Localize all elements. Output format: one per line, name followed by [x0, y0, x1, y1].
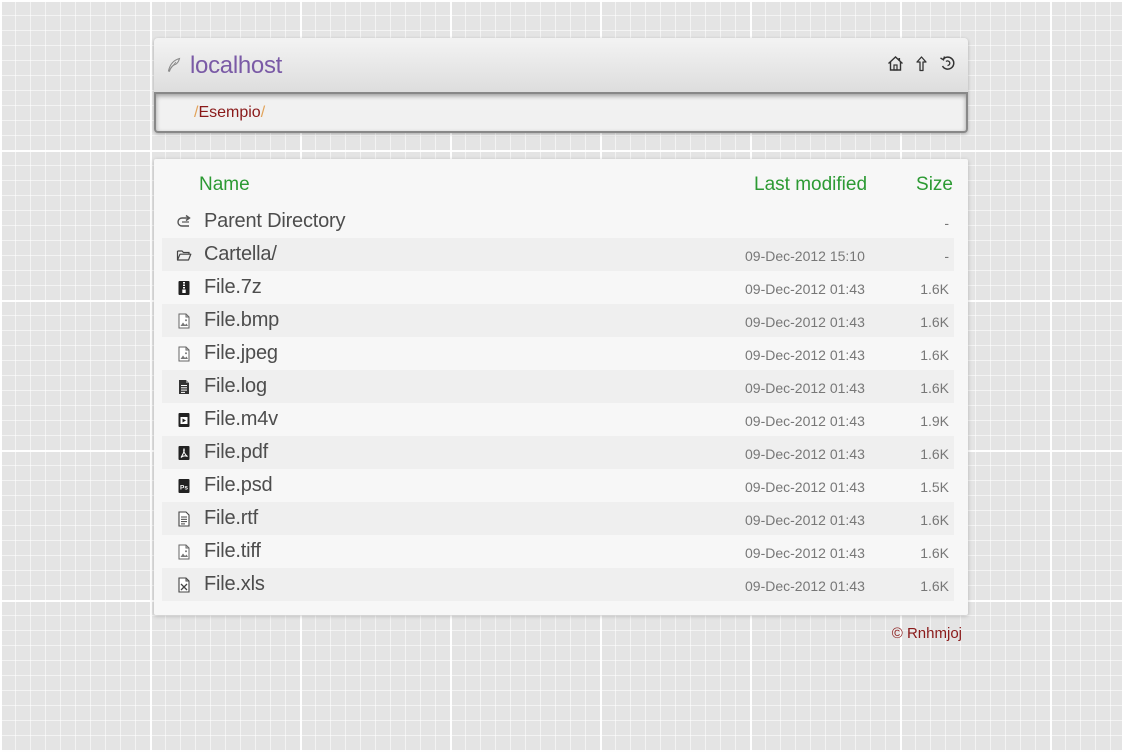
column-headers: Name Last modified Size	[154, 159, 968, 205]
file-rows: Parent Directory - Cartella/09-Dec-2012 15…	[162, 205, 954, 601]
size-cell: -	[944, 248, 949, 264]
last-modified-cell: 09-Dec-2012 01:43	[745, 380, 865, 396]
column-header-size[interactable]: Size	[916, 174, 953, 196]
last-modified-cell: 09-Dec-2012 01:43	[745, 578, 865, 594]
table-row[interactable]: File.tiff 09-Dec-2012 01:43 1.6K	[162, 535, 954, 568]
table-row[interactable]: File.pdf 09-Dec-2012 01:43 1.6K	[162, 436, 954, 469]
up-arrow-icon[interactable]	[913, 55, 930, 72]
size-cell: 1.6K	[920, 314, 949, 330]
last-modified-cell: 09-Dec-2012 01:43	[745, 347, 865, 363]
document-file-icon	[178, 511, 190, 527]
path-bar: /Esempio/	[154, 92, 968, 133]
breadcrumb-item-esempio[interactable]: Esempio	[198, 104, 260, 121]
file-name-link[interactable]: File.psd	[204, 474, 273, 497]
file-name-link[interactable]: File.pdf	[204, 441, 268, 464]
video-file-icon	[178, 413, 190, 427]
file-name-link[interactable]: File.bmp	[204, 309, 279, 332]
size-cell: 1.5K	[920, 479, 949, 495]
table-row[interactable]: File.xls 09-Dec-2012 01:43 1.6K	[162, 568, 954, 601]
size-cell: 1.6K	[920, 281, 949, 297]
image-file-icon	[178, 544, 190, 560]
nav-icons	[887, 55, 956, 72]
size-cell: -	[944, 215, 949, 231]
file-name-link[interactable]: Cartella/	[204, 243, 277, 266]
parent-directory-icon	[177, 214, 191, 227]
feather-icon	[167, 57, 181, 72]
breadcrumb: /Esempio/	[194, 104, 265, 122]
table-row[interactable]: File.bmp 09-Dec-2012 01:43 1.6K	[162, 304, 954, 337]
refresh-icon[interactable]	[939, 55, 956, 72]
last-modified-cell: 09-Dec-2012 01:43	[745, 281, 865, 297]
image-file-icon	[178, 313, 190, 329]
table-row[interactable]: File.jpeg 09-Dec-2012 01:43 1.6K	[162, 337, 954, 370]
size-cell: 1.6K	[920, 578, 949, 594]
page-title: localhost	[190, 52, 283, 79]
file-name-link[interactable]: Parent Directory	[204, 210, 345, 233]
table-row[interactable]: Ps File.psd 09-Dec-2012 01:43 1.5K	[162, 469, 954, 502]
file-name-link[interactable]: File.log	[204, 375, 267, 398]
size-cell: 1.9K	[920, 413, 949, 429]
table-row[interactable]: Cartella/09-Dec-2012 15:10 -	[162, 238, 954, 271]
psd-file-icon: Ps	[178, 479, 190, 493]
last-modified-cell: 09-Dec-2012 01:43	[745, 479, 865, 495]
file-name-link[interactable]: File.rtf	[204, 507, 258, 530]
last-modified-cell: 09-Dec-2012 01:43	[745, 413, 865, 429]
column-header-last-modified[interactable]: Last modified	[754, 174, 867, 196]
size-cell: 1.6K	[920, 512, 949, 528]
file-listing: Name Last modified Size Parent Directory…	[154, 159, 968, 615]
file-name-link[interactable]: File.jpeg	[204, 342, 278, 365]
folder-icon	[176, 250, 192, 261]
text-file-icon	[179, 380, 189, 394]
table-row[interactable]: File.log 09-Dec-2012 01:43 1.6K	[162, 370, 954, 403]
title-row: localhost	[154, 38, 968, 92]
breadcrumb-separator: /	[260, 104, 266, 121]
file-name-link[interactable]: File.tiff	[204, 540, 261, 563]
last-modified-cell: 09-Dec-2012 15:10	[745, 248, 865, 264]
table-row[interactable]: File.rtf 09-Dec-2012 01:43 1.6K	[162, 502, 954, 535]
image-file-icon	[178, 346, 190, 362]
table-row[interactable]: Parent Directory -	[162, 205, 954, 238]
table-row[interactable]: File.7z 09-Dec-2012 01:43 1.6K	[162, 271, 954, 304]
last-modified-cell: 09-Dec-2012 01:43	[745, 446, 865, 462]
size-cell: 1.6K	[920, 545, 949, 561]
footer-credit[interactable]: © Rnhmjoj	[892, 625, 962, 642]
table-row[interactable]: File.m4v 09-Dec-2012 01:43 1.9K	[162, 403, 954, 436]
size-cell: 1.6K	[920, 347, 949, 363]
column-header-name[interactable]: Name	[199, 174, 250, 196]
archive-file-icon	[178, 281, 190, 295]
last-modified-cell: 09-Dec-2012 01:43	[745, 314, 865, 330]
pdf-file-icon	[178, 446, 190, 460]
file-name-link[interactable]: File.7z	[204, 276, 262, 299]
file-name-link[interactable]: File.m4v	[204, 408, 278, 431]
size-cell: 1.6K	[920, 446, 949, 462]
last-modified-cell: 09-Dec-2012 01:43	[745, 512, 865, 528]
svg-text:Ps: Ps	[180, 485, 188, 492]
home-icon[interactable]	[887, 55, 904, 72]
last-modified-cell: 09-Dec-2012 01:43	[745, 545, 865, 561]
header-panel: localhost /Esempio/	[154, 38, 968, 133]
file-name-link[interactable]: File.xls	[204, 573, 265, 596]
spreadsheet-file-icon	[178, 577, 190, 593]
size-cell: 1.6K	[920, 380, 949, 396]
